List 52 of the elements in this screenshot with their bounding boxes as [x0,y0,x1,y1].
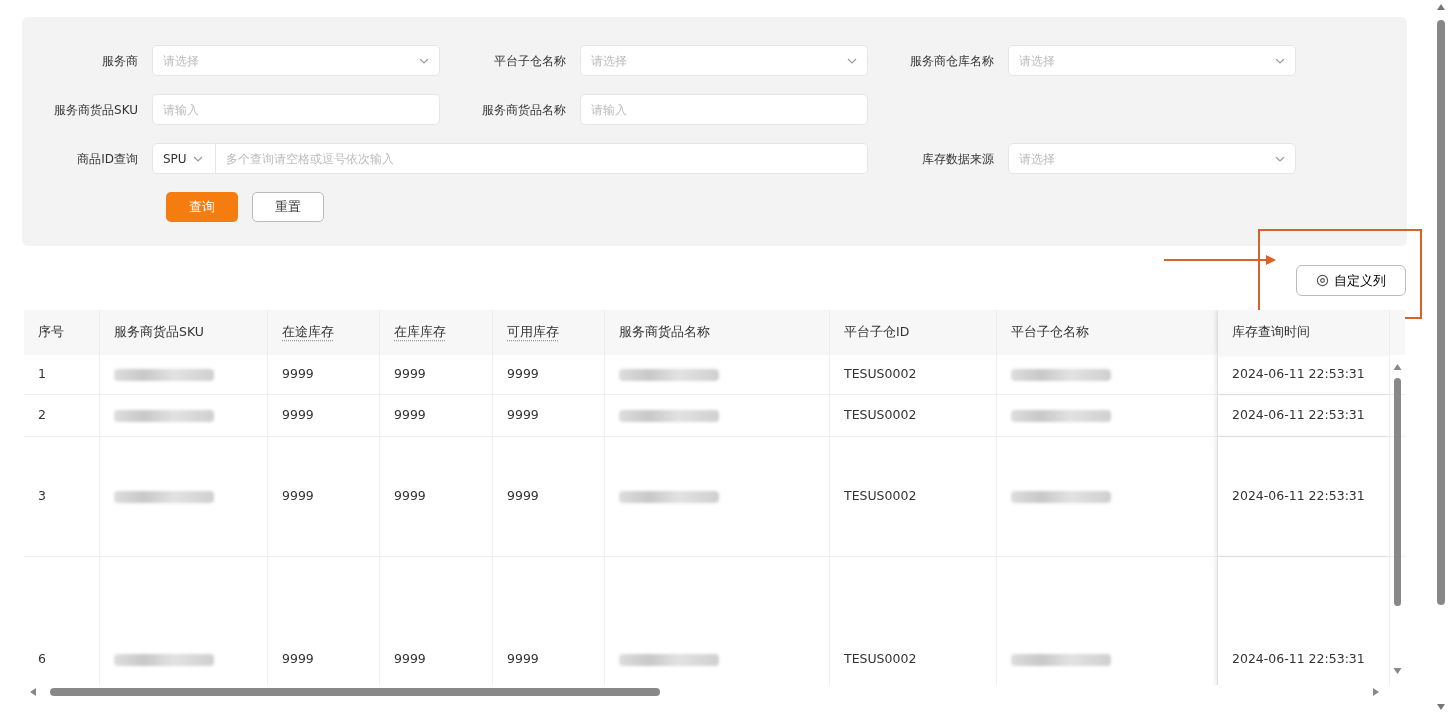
select-field[interactable]: 请选择 [152,45,440,76]
column-header: 平台子仓名称 [997,310,1218,355]
table-cell: TESUS0002 [830,355,997,394]
field-label: 库存数据来源 [921,150,995,168]
prefix-select[interactable]: SPU [152,143,216,174]
search-button[interactable]: 查询 [166,192,238,222]
field-label: 服务商 [101,52,139,70]
table-cell: 9999 [380,395,493,436]
input-field[interactable]: 请输入 [580,94,868,125]
field-label: 商品ID查询 [76,150,139,168]
select-field[interactable]: 请选择 [580,45,868,76]
table-cell: 9999 [268,355,380,394]
table-cell: 2024-06-11 22:53:31 [1218,395,1390,436]
column-header: 库存查询时间 [1218,310,1390,355]
table-cell: 9999 [493,437,605,556]
field-label: 服务商仓库名称 [909,52,995,70]
reset-button[interactable]: 重置 [252,192,324,222]
select-field[interactable]: 请选择 [1008,45,1296,76]
table-cell: TESUS0002 [830,437,997,556]
chevron-down-icon [1275,155,1285,162]
table-cell: 2024-06-11 22:53:31 [1218,437,1390,556]
gear-icon [1316,274,1329,287]
id-search-field[interactable]: 多个查询请空格或逗号依次输入 [216,143,868,174]
table-cell: 2 [24,395,100,436]
table-cell: 9999 [268,395,380,436]
table-cell: 9999 [380,355,493,394]
table-cell: 1 [24,355,100,394]
column-header: 服务商货品SKU [100,310,268,355]
select-field[interactable]: 请选择 [1008,143,1296,174]
table-cell: 2024-06-11 22:53:31 [1218,355,1390,394]
column-header: 平台子仓ID [830,310,997,355]
table-cell: TESUS0002 [830,395,997,436]
column-header: 服务商货品名称 [605,310,830,355]
column-header: 可用库存 [507,323,559,342]
column-header: 在库库存 [394,323,446,342]
input-field[interactable]: 请输入 [152,94,440,125]
table-cell: 9999 [380,437,493,556]
customize-columns-button[interactable]: 自定义列 [1296,265,1406,296]
chevron-down-icon [419,57,429,64]
field-label: 平台子仓名称 [493,52,567,70]
table-cell: TESUS0002 [830,557,997,685]
chevron-down-icon [1275,57,1285,64]
chevron-down-icon [192,155,203,162]
table-cell: 3 [24,437,100,556]
field-label: 服务商货品名称 [481,101,567,119]
chevron-down-icon [847,57,857,64]
column-header: 序号 [24,310,100,355]
table-cell: 9999 [493,395,605,436]
table-cell: 9999 [268,437,380,556]
column-header: 在途库存 [282,323,334,342]
field-label: 服务商货品SKU [53,101,139,119]
table-cell: 9999 [493,355,605,394]
